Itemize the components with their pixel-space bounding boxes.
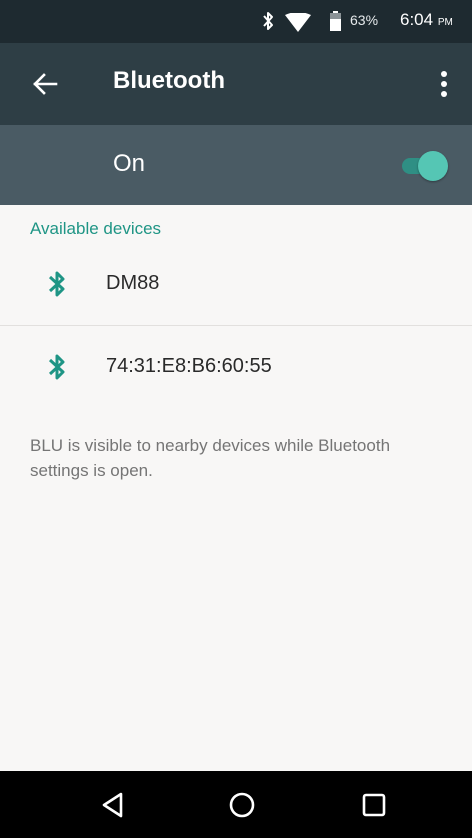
switch-thumb: [418, 151, 448, 181]
visibility-info-text: BLU is visible to nearby devices while B…: [30, 436, 391, 480]
wifi-icon: [285, 13, 311, 32]
back-arrow-icon[interactable]: [30, 69, 60, 99]
toggle-label: On: [113, 150, 146, 177]
device-item[interactable]: 74:31:E8:B6:60:55: [0, 326, 472, 408]
bluetooth-icon: [263, 12, 273, 30]
more-vert-icon[interactable]: [437, 67, 451, 101]
device-name: DM88: [106, 272, 160, 294]
bluetooth-icon: [48, 271, 65, 297]
device-name: 74:31:E8:B6:60:55: [106, 355, 272, 377]
available-devices-header: Available devices: [30, 219, 162, 238]
device-item[interactable]: DM88: [0, 243, 472, 325]
battery-percent: 63%: [350, 12, 379, 28]
clock: 6:04 PM: [400, 10, 453, 29]
battery-icon: [330, 11, 341, 31]
navigation-bar: [0, 771, 472, 838]
nav-back-icon[interactable]: [99, 791, 127, 819]
nav-recents-icon[interactable]: [360, 791, 388, 819]
app-bar: Bluetooth: [0, 43, 472, 125]
bluetooth-icon: [48, 354, 65, 380]
status-bar: 63% 6:04 PM: [0, 0, 472, 43]
bluetooth-toggle-row[interactable]: On: [0, 125, 472, 205]
nav-home-icon[interactable]: [228, 791, 256, 819]
bluetooth-switch[interactable]: [398, 147, 454, 183]
page-title: Bluetooth: [113, 67, 225, 94]
